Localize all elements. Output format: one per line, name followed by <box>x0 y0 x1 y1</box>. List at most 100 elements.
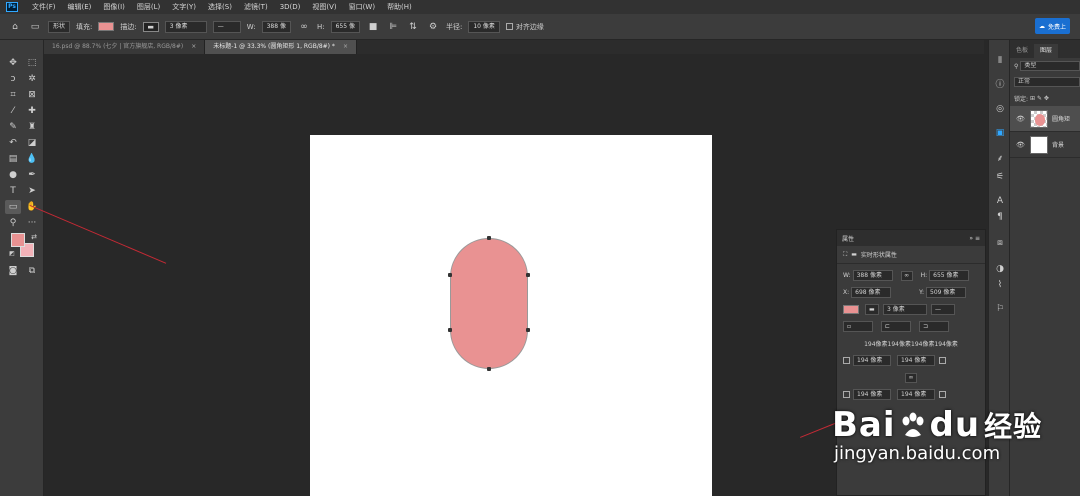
close-icon[interactable]: × <box>343 40 348 54</box>
menu-window[interactable]: 窗口(W) <box>343 2 381 12</box>
layer-name[interactable]: 背景 <box>1052 140 1064 149</box>
info-panel-icon[interactable]: ⓘ <box>993 78 1007 92</box>
tab-untitled-1[interactable]: 未标题-1 @ 33.3% (圆角矩形 1, RGB/8#) * × <box>205 40 357 54</box>
lock-icon[interactable]: ⊞ ✎ ✥ <box>1030 95 1049 102</box>
default-colors-icon[interactable]: ◩ <box>4 247 20 261</box>
radius-input[interactable]: 10 像素 <box>468 20 500 33</box>
cloud-upload-button[interactable]: ☁ 免费上 <box>1034 18 1070 34</box>
more-tools-icon[interactable]: ··· <box>24 216 40 230</box>
layers-panel-icon[interactable]: ⧈ <box>993 236 1007 250</box>
anchor-point[interactable] <box>448 273 452 277</box>
quick-mask-icon[interactable]: ◙ <box>5 264 21 278</box>
height-input[interactable]: 655 像素 <box>929 270 970 281</box>
clone-stamp-tool-icon[interactable]: ♜ <box>24 120 40 134</box>
corner-bottom-right-input[interactable]: 194 像素 <box>897 389 935 400</box>
stroke-color-swatch[interactable]: ▬ <box>142 21 159 32</box>
fill-color-swatch[interactable] <box>98 22 115 31</box>
blend-mode-select[interactable]: 正常 <box>1014 77 1080 87</box>
menu-image[interactable]: 图像(I) <box>97 2 131 12</box>
gear-icon[interactable]: ⚙ <box>426 20 440 34</box>
corner-bottom-left-input[interactable]: 194 像素 <box>853 389 891 400</box>
menu-layer[interactable]: 图层(L) <box>131 2 166 12</box>
blur-tool-icon[interactable]: 💧 <box>24 152 40 166</box>
tab-16-psd[interactable]: 16.psd @ 88.7% (七夕 | 官方旗舰店, RGB/8#) × <box>44 40 206 54</box>
menu-view[interactable]: 视图(V) <box>306 2 342 12</box>
brush-tool-icon[interactable]: ✎ <box>5 120 21 134</box>
stroke-align-select[interactable]: ▫ <box>843 321 873 332</box>
history-brush-tool-icon[interactable]: ↶ <box>5 136 21 150</box>
layer-row[interactable]: 👁 背景 <box>1010 132 1080 158</box>
stroke-caps-select[interactable]: ⊏ <box>881 321 911 332</box>
anchor-point[interactable] <box>526 273 530 277</box>
swap-colors-icon[interactable]: ⇄ <box>26 230 42 244</box>
tool-mode-select[interactable]: 形状 <box>48 20 71 33</box>
eyedropper-tool-icon[interactable]: ⁄ <box>5 104 21 118</box>
stroke-color-swatch[interactable]: ▬ <box>865 304 879 315</box>
layer-filter-select[interactable]: 类型 <box>1020 61 1080 71</box>
pen-tool-icon[interactable]: ✒ <box>24 168 40 182</box>
crop-tool-icon[interactable]: ⌗ <box>5 88 21 102</box>
stroke-width-select[interactable]: 3 像素 <box>164 20 207 33</box>
menu-file[interactable]: 文件(F) <box>26 2 62 12</box>
link-icon[interactable]: ∞ <box>900 270 913 281</box>
anchor-point[interactable] <box>448 328 452 332</box>
foreground-color-swatch[interactable] <box>11 233 25 247</box>
gradient-tool-icon[interactable]: ▤ <box>5 152 21 166</box>
rounded-rectangle-shape[interactable] <box>450 238 528 369</box>
channels-panel-icon[interactable]: ◑ <box>993 262 1007 276</box>
color-wheel-icon[interactable]: ◎ <box>993 102 1007 116</box>
anchor-point[interactable] <box>487 236 491 240</box>
eye-icon[interactable]: 👁 <box>1016 141 1026 149</box>
stroke-style-select[interactable]: — <box>212 20 241 33</box>
properties-panel-icon[interactable]: ▣ <box>993 126 1007 140</box>
stroke-corners-select[interactable]: ⊐ <box>919 321 949 332</box>
anchor-point[interactable] <box>526 328 530 332</box>
y-input[interactable]: 509 像素 <box>926 287 967 298</box>
width-input[interactable]: 388 像 <box>261 20 291 33</box>
path-alignment-icon[interactable]: ⊫ <box>386 20 400 34</box>
magic-wand-tool-icon[interactable]: ✲ <box>24 72 40 86</box>
layer-row[interactable]: 👁 圆角矩 <box>1010 106 1080 132</box>
eye-icon[interactable]: 👁 <box>1016 115 1026 123</box>
fill-color-swatch[interactable] <box>843 305 859 314</box>
anchor-point[interactable] <box>487 367 491 371</box>
path-arrangement-icon[interactable]: ⇅ <box>406 20 420 34</box>
rectangle-tool-icon[interactable]: ▭ <box>5 200 21 214</box>
type-tool-icon[interactable]: T <box>5 184 21 198</box>
document-canvas[interactable] <box>310 135 712 496</box>
history-panel-icon[interactable]: ⫴ <box>993 54 1007 68</box>
menu-type[interactable]: 文字(Y) <box>166 2 202 12</box>
menu-select[interactable]: 选择(S) <box>202 2 238 12</box>
layer-name[interactable]: 圆角矩 <box>1052 114 1070 123</box>
tab-swatches[interactable]: 色板 <box>1010 44 1034 58</box>
dodge-tool-icon[interactable]: ● <box>5 168 21 182</box>
menu-help[interactable]: 帮助(H) <box>381 2 418 12</box>
menu-edit[interactable]: 编辑(E) <box>62 2 98 12</box>
home-icon[interactable]: ⌂ <box>8 20 22 34</box>
x-input[interactable]: 698 像素 <box>851 287 892 298</box>
zoom-tool-icon[interactable]: ⚲ <box>5 216 21 230</box>
marquee-tool-icon[interactable]: ⬚ <box>24 56 40 70</box>
adjustments-icon[interactable]: ⚟ <box>993 170 1007 184</box>
align-edges-checkbox[interactable] <box>505 23 513 30</box>
tab-layers[interactable]: 图层 <box>1034 44 1059 58</box>
move-tool-icon[interactable]: ✥ <box>5 56 21 70</box>
healing-brush-tool-icon[interactable]: ✚ <box>24 104 40 118</box>
menu-filter[interactable]: 滤镜(T) <box>238 2 274 12</box>
height-input[interactable]: 655 像 <box>330 20 360 33</box>
lasso-tool-icon[interactable]: ↄ <box>5 72 21 86</box>
stroke-width-select[interactable]: 3 像素 <box>883 304 927 315</box>
frame-tool-icon[interactable]: ⊠ <box>24 88 40 102</box>
eraser-tool-icon[interactable]: ◪ <box>24 136 40 150</box>
corner-top-left-input[interactable]: 194 像素 <box>853 355 891 366</box>
path-operations-icon[interactable]: ■ <box>366 20 380 34</box>
brush-settings-icon[interactable]: ⸙ <box>993 152 1007 166</box>
libraries-panel-icon[interactable]: ⚐ <box>993 302 1007 316</box>
menu-3d[interactable]: 3D(D) <box>274 3 307 11</box>
corner-top-right-input[interactable]: 194 像素 <box>897 355 935 366</box>
link-corners-icon[interactable]: ∞ <box>905 372 917 383</box>
stroke-style-select[interactable]: — <box>931 304 955 315</box>
link-icon[interactable]: ∞ <box>297 20 311 34</box>
width-input[interactable]: 388 像素 <box>852 270 893 281</box>
close-icon[interactable]: × <box>191 40 196 54</box>
